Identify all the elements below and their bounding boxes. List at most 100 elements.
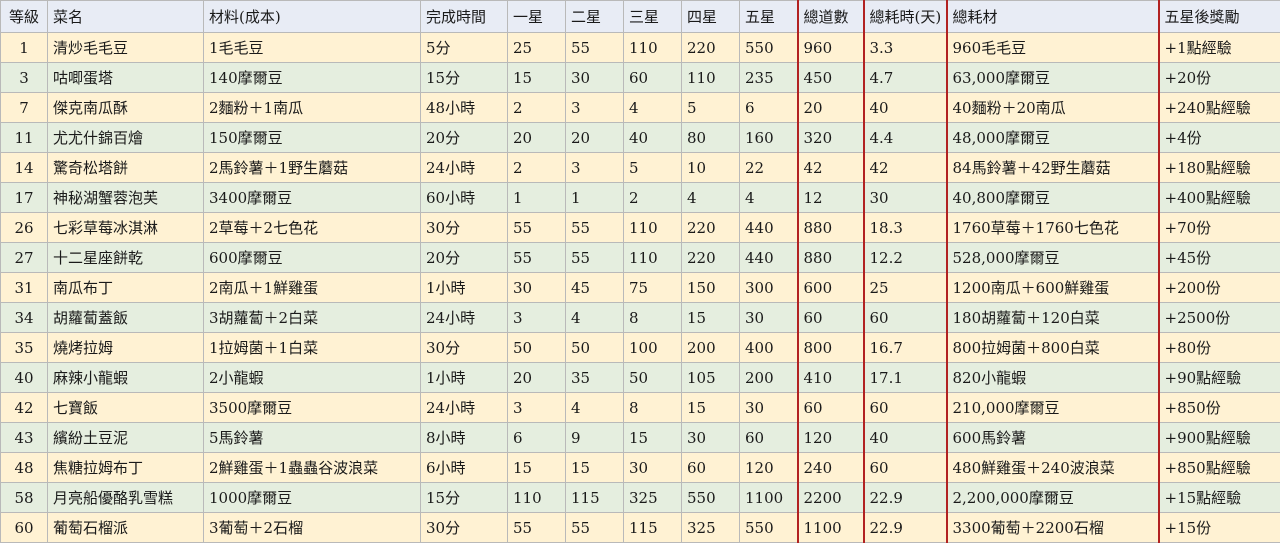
cell-total-count: 60: [796, 302, 864, 333]
cell-level: 14: [0, 152, 48, 183]
cell-total-materials: 84馬鈴薯＋42野生蘑菇: [946, 152, 1159, 183]
table-row: 26 七彩草莓冰淇淋 2草莓＋2七色花 30分 55 55 110 220 440 880 18.3…: [0, 212, 1280, 243]
cell-level: 34: [0, 302, 48, 333]
cell-five-star-reward: +90點經驗: [1157, 362, 1280, 393]
cell-total-days: 60: [862, 302, 948, 333]
cell-completion-time: 30分: [420, 332, 508, 363]
cell-four-star: 325: [681, 512, 740, 543]
cell-completion-time: 24小時: [420, 152, 508, 183]
cell-four-star: 150: [681, 272, 740, 303]
header-two-star: 二星: [565, 0, 624, 33]
table-row: 31 南瓜布丁 2南瓜＋1鮮雞蛋 1小時 30 45 75 150 300 600 25 1200南瓜…: [0, 272, 1280, 303]
cell-level: 40: [0, 362, 48, 393]
cell-total-count: 960: [796, 32, 864, 63]
cell-four-star: 30: [681, 422, 740, 453]
cell-total-materials: 1760草莓＋1760七色花: [946, 212, 1159, 243]
cell-dish-name: 咕唧蛋塔: [47, 62, 204, 93]
cell-total-days: 18.3: [862, 212, 948, 243]
table-row: 17 神秘湖蟹蓉泡芙 3400摩爾豆 60小時 1 1 2 4 4 12 30 40,800摩爾豆 +4…: [0, 182, 1280, 213]
cell-ingredients-cost: 600摩爾豆: [203, 242, 421, 273]
cell-total-days: 3.3: [862, 32, 948, 63]
cell-two-star: 15: [565, 452, 624, 483]
cell-two-star: 4: [565, 392, 624, 423]
cell-two-star: 1: [565, 182, 624, 213]
table-row: 3 咕唧蛋塔 140摩爾豆 15分 15 30 60 110 235 450 4.7 63,000摩爾…: [0, 62, 1280, 93]
cell-total-materials: 480鮮雞蛋＋240波浪菜: [946, 452, 1159, 483]
table-row: 34 胡蘿蔔蓋飯 3胡蘿蔔＋2白菜 24小時 3 4 8 15 30 60 60 180胡蘿蔔＋120…: [0, 302, 1280, 333]
cell-total-count: 880: [796, 242, 864, 273]
cell-total-count: 410: [796, 362, 864, 393]
cell-two-star: 55: [565, 512, 624, 543]
cell-three-star: 325: [623, 482, 682, 513]
table-row: 27 十二星座餅乾 600摩爾豆 20分 55 55 110 220 440 880 12.2 528…: [0, 242, 1280, 273]
cell-completion-time: 15分: [420, 62, 508, 93]
cell-four-star: 550: [681, 482, 740, 513]
cell-ingredients-cost: 1拉姆菌＋1白菜: [203, 332, 421, 363]
cell-completion-time: 24小時: [420, 302, 508, 333]
cell-five-star: 22: [739, 152, 798, 183]
cell-one-star: 15: [507, 452, 566, 483]
cell-level: 43: [0, 422, 48, 453]
cell-five-star: 235: [739, 62, 798, 93]
cell-total-materials: 528,000摩爾豆: [946, 242, 1159, 273]
cell-dish-name: 南瓜布丁: [47, 272, 204, 303]
cell-total-count: 20: [796, 92, 864, 123]
cell-three-star: 5: [623, 152, 682, 183]
cell-three-star: 100: [623, 332, 682, 363]
recipe-table: 等級 菜名 材料(成本) 完成時間 一星 二星 三星 四星 五星 總道數 總耗時(天) 總耗材 五星後獎…: [0, 0, 1280, 543]
cell-total-days: 42: [862, 152, 948, 183]
cell-total-materials: 960毛毛豆: [946, 32, 1159, 63]
cell-dish-name: 焦糖拉姆布丁: [47, 452, 204, 483]
cell-ingredients-cost: 2草莓＋2七色花: [203, 212, 421, 243]
cell-three-star: 8: [623, 392, 682, 423]
cell-two-star: 9: [565, 422, 624, 453]
cell-three-star: 4: [623, 92, 682, 123]
cell-total-count: 12: [796, 182, 864, 213]
cell-total-materials: 3300葡萄＋2200石榴: [946, 512, 1159, 543]
cell-total-materials: 800拉姆菌＋800白菜: [946, 332, 1159, 363]
cell-four-star: 220: [681, 242, 740, 273]
cell-level: 42: [0, 392, 48, 423]
cell-dish-name: 傑克南瓜酥: [47, 92, 204, 123]
cell-five-star: 60: [739, 422, 798, 453]
cell-total-days: 4.7: [862, 62, 948, 93]
cell-three-star: 75: [623, 272, 682, 303]
cell-ingredients-cost: 2鮮雞蛋＋1蟲蟲谷波浪菜: [203, 452, 421, 483]
cell-five-star-reward: +240點經驗: [1157, 92, 1280, 123]
cell-total-materials: 600馬鈴薯: [946, 422, 1159, 453]
cell-five-star: 400: [739, 332, 798, 363]
cell-two-star: 30: [565, 62, 624, 93]
table-row: 60 葡萄石榴派 3葡萄＋2石榴 30分 55 55 115 325 550 1100 22.9 33…: [0, 512, 1280, 543]
cell-level: 26: [0, 212, 48, 243]
cell-ingredients-cost: 1000摩爾豆: [203, 482, 421, 513]
cell-level: 11: [0, 122, 48, 153]
table-row: 7 傑克南瓜酥 2麵粉＋1南瓜 48小時 2 3 4 5 6 20 40 40麵粉＋20南瓜 +240點…: [0, 92, 1280, 123]
cell-total-days: 22.9: [862, 512, 948, 543]
cell-five-star-reward: +200份: [1157, 272, 1280, 303]
cell-ingredients-cost: 3葡萄＋2石榴: [203, 512, 421, 543]
cell-total-count: 240: [796, 452, 864, 483]
cell-dish-name: 七寶飯: [47, 392, 204, 423]
cell-total-materials: 48,000摩爾豆: [946, 122, 1159, 153]
table-row: 14 驚奇松塔餅 2馬鈴薯＋1野生蘑菇 24小時 2 3 5 10 22 42 42 84馬鈴薯＋42…: [0, 152, 1280, 183]
cell-dish-name: 尤尤什錦百燴: [47, 122, 204, 153]
cell-five-star-reward: +2500份: [1157, 302, 1280, 333]
cell-one-star: 55: [507, 512, 566, 543]
cell-ingredients-cost: 2南瓜＋1鮮雞蛋: [203, 272, 421, 303]
cell-five-star-reward: +180點經驗: [1157, 152, 1280, 183]
cell-five-star: 160: [739, 122, 798, 153]
cell-level: 3: [0, 62, 48, 93]
cell-three-star: 8: [623, 302, 682, 333]
cell-one-star: 2: [507, 92, 566, 123]
cell-ingredients-cost: 3400摩爾豆: [203, 182, 421, 213]
cell-completion-time: 8小時: [420, 422, 508, 453]
cell-level: 1: [0, 32, 48, 63]
cell-five-star-reward: +900點經驗: [1157, 422, 1280, 453]
header-level: 等級: [0, 0, 48, 33]
header-dish-name: 菜名: [47, 0, 204, 33]
cell-ingredients-cost: 3500摩爾豆: [203, 392, 421, 423]
cell-level: 27: [0, 242, 48, 273]
cell-two-star: 4: [565, 302, 624, 333]
header-ingredients-cost: 材料(成本): [203, 0, 421, 33]
cell-five-star-reward: +70份: [1157, 212, 1280, 243]
